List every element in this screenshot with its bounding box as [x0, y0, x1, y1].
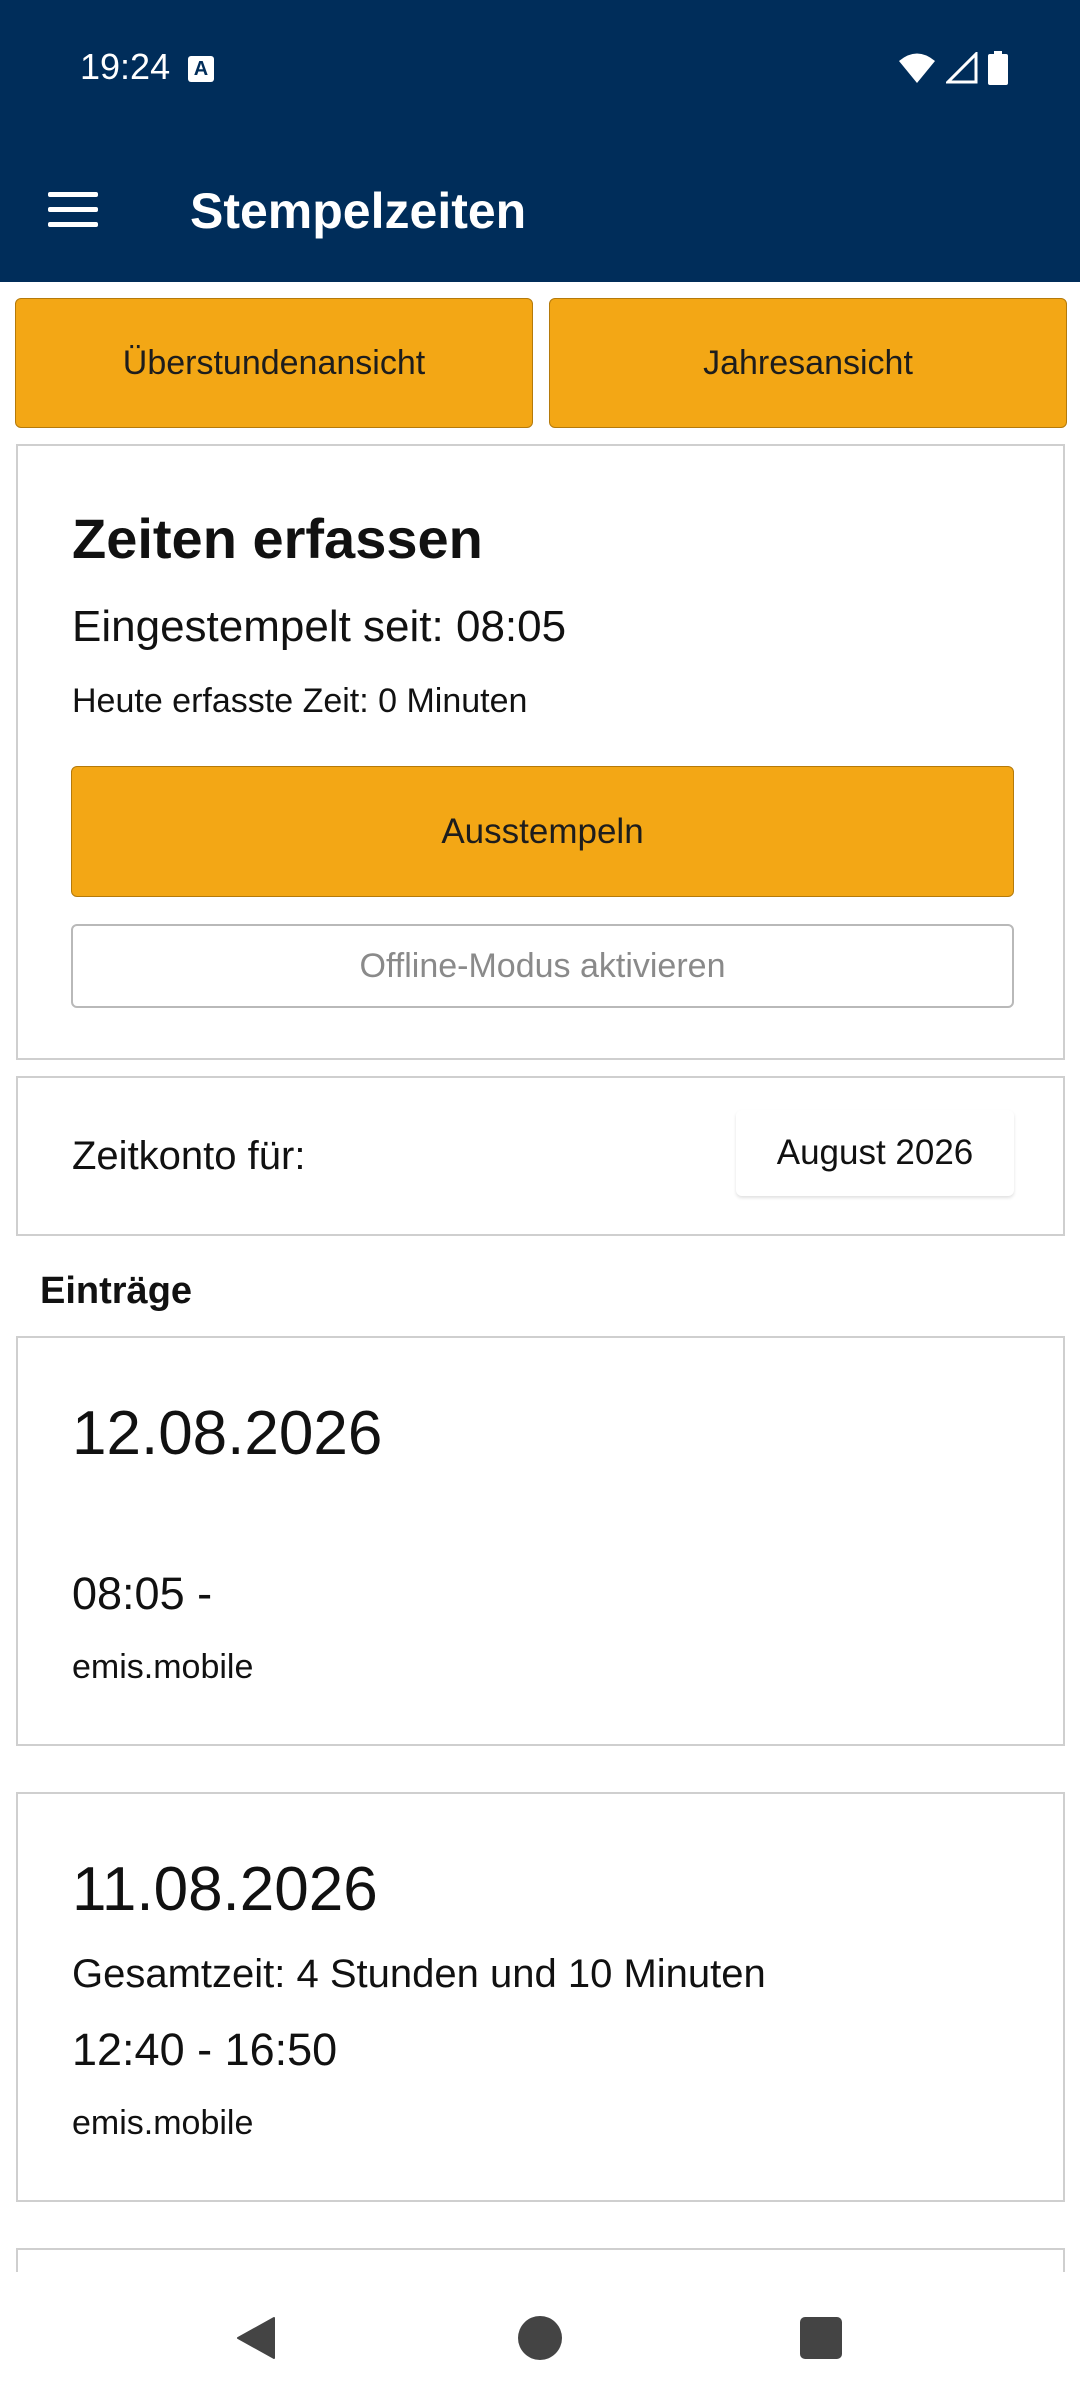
- status-icons: [898, 50, 1008, 86]
- entry-source: emis.mobile: [72, 1648, 254, 1686]
- month-selector[interactable]: August 2026: [736, 1110, 1014, 1196]
- recents-icon[interactable]: [800, 2317, 842, 2359]
- overtime-view-button[interactable]: Überstundenansicht: [15, 298, 533, 428]
- time-entry-card: Zeiten erfassen Eingestempelt seit: 08:0…: [16, 444, 1065, 1060]
- entry-card[interactable]: 12.08.2026 08:05 - emis.mobile: [16, 1336, 1065, 1746]
- offline-mode-button[interactable]: Offline-Modus aktivieren: [71, 924, 1014, 1008]
- entry-time-range: 08:05 -: [72, 1568, 213, 1619]
- status-time: 19:24: [80, 46, 171, 87]
- toolbar: Stempelzeiten: [0, 136, 1080, 282]
- wifi-icon: [899, 53, 935, 83]
- entry-time-range: 12:40 - 16:50: [72, 2024, 338, 2075]
- back-icon[interactable]: [236, 2316, 276, 2360]
- entry-total: Gesamtzeit: 4 Stunden und 10 Minuten: [72, 1952, 766, 1996]
- year-view-button[interactable]: Jahresansicht: [549, 298, 1067, 428]
- hamburger-menu-icon[interactable]: [36, 172, 110, 246]
- time-entry-title: Zeiten erfassen: [72, 507, 483, 570]
- status-bar: 19:24 A: [0, 0, 1080, 136]
- entries-heading: Einträge: [40, 1270, 193, 1312]
- entry-source: emis.mobile: [72, 2104, 254, 2142]
- signal-icon: [946, 52, 978, 84]
- entry-card[interactable]: 11.08.2026 Gesamtzeit: 4 Stunden und 10 …: [16, 1792, 1065, 2202]
- page-title: Stempelzeiten: [190, 183, 527, 239]
- clocked-in-since-text: Eingestempelt seit: 08:05: [72, 602, 567, 651]
- battery-icon: [988, 51, 1008, 85]
- app-header: 19:24 A Stempelzeiten: [0, 0, 1080, 282]
- account-card: Zeitkonto für: August 2026: [16, 1076, 1065, 1236]
- entry-date: 11.08.2026: [72, 1855, 378, 1924]
- system-nav-bar: [0, 2272, 1080, 2400]
- home-icon[interactable]: [518, 2316, 562, 2360]
- account-label: Zeitkonto für:: [72, 1134, 306, 1178]
- clock-out-button[interactable]: Ausstempeln: [71, 766, 1014, 897]
- accessibility-indicator-icon: A: [188, 56, 214, 82]
- today-time-text: Heute erfasste Zeit: 0 Minuten: [72, 682, 528, 720]
- entry-date: 12.08.2026: [72, 1399, 383, 1468]
